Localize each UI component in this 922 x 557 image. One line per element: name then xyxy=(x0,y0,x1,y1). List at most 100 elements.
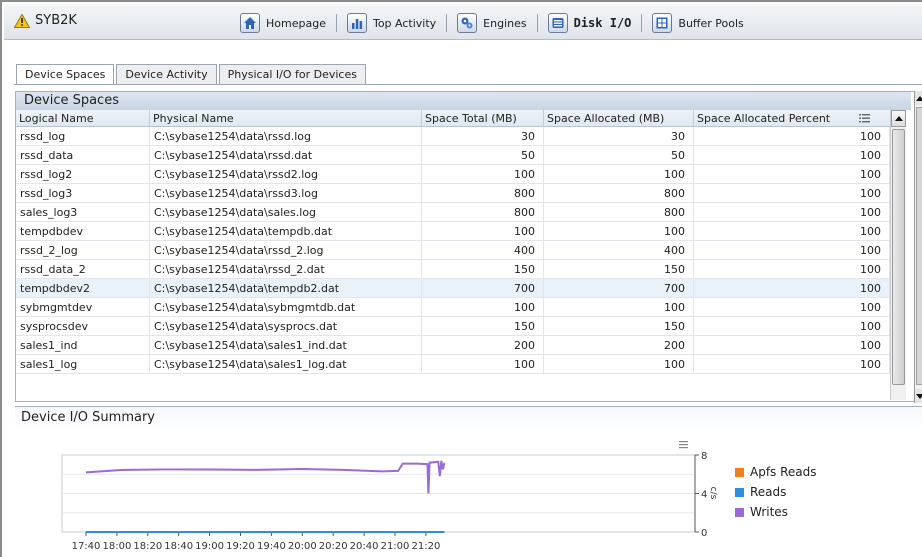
warning-icon xyxy=(14,13,30,28)
server-label[interactable]: SYB2K xyxy=(14,13,77,28)
table-row[interactable]: sybmgmtdev C:\sybase1254\data\sybmgmtdb.d… xyxy=(16,298,890,317)
column-chooser-icon[interactable] xyxy=(859,113,870,123)
page-scrollbar-thumb[interactable] xyxy=(916,107,922,385)
table-row[interactable]: tempdbdev C:\sybase1254\data\tempdb.dat 10… xyxy=(16,222,890,241)
space-allocated-percent-cell: 100 xyxy=(694,222,890,241)
space-total-cell: 150 xyxy=(422,260,544,279)
physical-name-cell: C:\sybase1254\data\tempdb2.dat xyxy=(150,279,422,298)
device-spaces-title: Device Spaces xyxy=(16,92,911,110)
page-scrollbar[interactable] xyxy=(914,91,922,403)
tab-device-activity[interactable]: Device Activity xyxy=(116,64,217,84)
logical-name-cell: sysprocsdev xyxy=(16,317,150,336)
physical-name-cell: C:\sybase1254\data\tempdb.dat xyxy=(150,222,422,241)
logical-name-cell: sybmgmtdev xyxy=(16,298,150,317)
physical-name-cell: C:\sybase1254\data\sales1_ind.dat xyxy=(150,336,422,355)
logical-name-cell: rssd_data_2 xyxy=(16,260,150,279)
chevron-up-icon xyxy=(894,116,903,121)
space-total-cell: 30 xyxy=(422,127,544,146)
device-spaces-panel: Device Spaces Logical Name Physical Name… xyxy=(15,91,922,402)
table-row[interactable]: rssd_log C:\sybase1254\data\rssd.log 30 30 1… xyxy=(16,127,890,146)
nav-separator xyxy=(641,14,643,32)
legend-item[interactable]: Apfs Reads xyxy=(735,462,817,482)
column-header-logical-name[interactable]: Logical Name xyxy=(16,110,150,127)
column-header-space-allocated[interactable]: Space Allocated (MB) xyxy=(544,110,694,127)
physical-name-cell: C:\sybase1254\data\rssd_2.log xyxy=(150,241,422,260)
space-allocated-cell: 100 xyxy=(544,355,694,374)
table-row[interactable]: sales_log3 C:\sybase1254\data\sales.log 80… xyxy=(16,203,890,222)
space-allocated-cell: 700 xyxy=(544,279,694,298)
space-total-cell: 700 xyxy=(422,279,544,298)
page-scroll-up-button[interactable] xyxy=(915,91,922,105)
space-allocated-cell: 400 xyxy=(544,241,694,260)
logical-name-cell: rssd_log2 xyxy=(16,165,150,184)
space-allocated-cell: 100 xyxy=(544,298,694,317)
scroll-up-button[interactable] xyxy=(891,110,906,127)
legend-item[interactable]: Writes xyxy=(735,502,817,522)
legend-label: Reads xyxy=(750,485,787,499)
page-scroll-down-button[interactable] xyxy=(915,389,922,403)
space-allocated-cell: 30 xyxy=(544,127,694,146)
table-row[interactable]: sales1_log C:\sybase1254\data\sales1_log.… xyxy=(16,355,890,374)
table-row[interactable]: rssd_log2 C:\sybase1254\data\rssd2.log 100… xyxy=(16,165,890,184)
logical-name-cell: tempdbdev xyxy=(16,222,150,241)
logical-name-cell: rssd_2_log xyxy=(16,241,150,260)
physical-name-cell: C:\sybase1254\data\sales.log xyxy=(150,203,422,222)
table-row[interactable]: sales1_ind C:\sybase1254\data\sales1_ind.… xyxy=(16,336,890,355)
table-row[interactable]: rssd_data_2 C:\sybase1254\data\rssd_2.dat… xyxy=(16,260,890,279)
logical-name-cell: sales1_log xyxy=(16,355,150,374)
table-row[interactable]: rssd_log3 C:\sybase1254\data\rssd3.log 800… xyxy=(16,184,890,203)
tab-device-spaces[interactable]: Device Spaces xyxy=(16,64,115,85)
scrollbar-thumb[interactable] xyxy=(892,129,905,385)
tab-physical-io-for-devices[interactable]: Physical I/O for Devices xyxy=(218,64,366,84)
space-total-cell: 150 xyxy=(422,317,544,336)
table-row[interactable]: tempdbdev2 C:\sybase1254\data\tempdb2.dat… xyxy=(16,279,890,298)
logical-name-cell: rssd_data xyxy=(16,146,150,165)
device-io-summary-title: Device I/O Summary xyxy=(15,407,922,433)
logical-name-cell: rssd_log3 xyxy=(16,184,150,203)
column-header-physical-name[interactable]: Physical Name xyxy=(150,110,422,127)
space-allocated-cell: 50 xyxy=(544,146,694,165)
chevron-up-icon xyxy=(916,95,922,101)
table-scrollbar[interactable] xyxy=(890,110,906,400)
nav-buffer-pools-button[interactable]: Buffer Pools xyxy=(644,10,751,36)
physical-name-cell: C:\sybase1254\data\rssd.log xyxy=(150,127,422,146)
tab-underline xyxy=(14,84,922,85)
nav-buffer-pools-label: Buffer Pools xyxy=(678,16,744,30)
tab-bar: Device Spaces Device Activity Physical I… xyxy=(16,64,368,85)
space-allocated-percent-cell: 100 xyxy=(694,317,890,336)
space-total-cell: 100 xyxy=(422,165,544,184)
physical-name-cell: C:\sybase1254\data\rssd_2.dat xyxy=(150,260,422,279)
table-row[interactable]: rssd_data C:\sybase1254\data\rssd.dat 50 50… xyxy=(16,146,890,165)
legend-swatch xyxy=(735,467,744,477)
legend-swatch xyxy=(735,507,744,517)
disk-icon xyxy=(547,13,568,33)
legend-item[interactable]: Reads xyxy=(735,482,817,502)
nav-top-activity-label: Top Activity xyxy=(372,16,437,30)
chart-legend: Apfs Reads Reads Writes xyxy=(735,462,817,522)
physical-name-cell: C:\sybase1254\data\rssd3.log xyxy=(150,184,422,203)
space-allocated-percent-cell: 100 xyxy=(694,298,890,317)
space-total-cell: 200 xyxy=(422,336,544,355)
nav-homepage-label: Homepage xyxy=(266,16,326,30)
nav-disk-io-button[interactable]: Disk I/O xyxy=(540,10,640,36)
nav-homepage-button[interactable]: Homepage xyxy=(232,10,334,36)
space-allocated-cell: 200 xyxy=(544,336,694,355)
table-row[interactable]: rssd_2_log C:\sybase1254\data\rssd_2.log 4… xyxy=(16,241,890,260)
legend-label: Apfs Reads xyxy=(750,465,817,479)
space-allocated-percent-cell: 100 xyxy=(694,184,890,203)
space-total-cell: 800 xyxy=(422,203,544,222)
space-allocated-percent-cell: 100 xyxy=(694,279,890,298)
nav-separator xyxy=(446,14,448,32)
nav-engines-button[interactable]: Engines xyxy=(449,10,534,36)
nav-top-activity-button[interactable]: Top Activity xyxy=(339,10,444,36)
space-allocated-cell: 800 xyxy=(544,184,694,203)
legend-swatch xyxy=(735,487,744,497)
space-allocated-percent-cell: 100 xyxy=(694,146,890,165)
buffer-pools-icon xyxy=(652,13,673,33)
top-toolbar: SYB2K Homepage Top Activity Engines Disk… xyxy=(4,4,922,40)
bar-chart-icon xyxy=(346,13,367,33)
table-row[interactable]: sysprocsdev C:\sybase1254\data\sysprocs.d… xyxy=(16,317,890,336)
column-header-space-total[interactable]: Space Total (MB) xyxy=(422,110,544,127)
space-allocated-percent-cell: 100 xyxy=(694,355,890,374)
physical-name-cell: C:\sybase1254\data\sysprocs.dat xyxy=(150,317,422,336)
